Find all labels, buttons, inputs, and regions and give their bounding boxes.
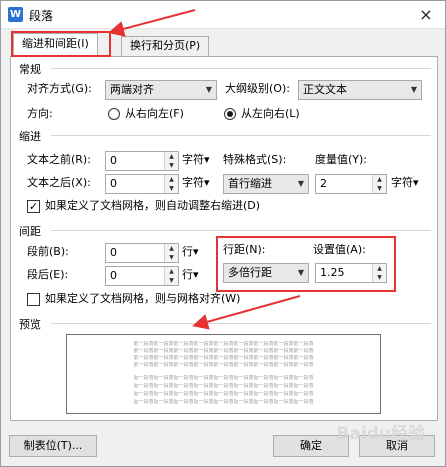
chevron-down-icon[interactable]: ▼ (373, 184, 386, 193)
baidu-watermark: Baidu经验 (336, 424, 425, 444)
indent-before-value: 0 (110, 154, 117, 167)
outline-level-label: 大纲级别(O): (225, 82, 290, 95)
indent-separator (51, 135, 431, 136)
measure-value: 2 (320, 177, 327, 190)
indent-after-spinner[interactable]: 0 ▲ ▼ (105, 174, 179, 194)
measure-label: 度量值(Y): (315, 153, 368, 166)
close-icon[interactable]: × (411, 3, 441, 27)
preview-prev-paragraph-line: 前一段落前一段落前一段落前一段落前一段落前一段落前一段落前一段落前一段落 (133, 341, 314, 347)
space-before-label: 段前(B): (27, 245, 69, 258)
setting-value-spinner[interactable]: 1.25 ▲ ▼ (315, 263, 387, 283)
outline-level-value: 正文文本 (303, 83, 347, 96)
preview-box: 前一段落前一段落前一段落前一段落前一段落前一段落前一段落前一段落前一段落 前一段… (66, 334, 381, 414)
spinner-buttons: ▲ ▼ (372, 264, 386, 282)
snap-to-grid-checkbox[interactable] (27, 293, 40, 306)
ltr-label: 从左向右(L) (241, 107, 300, 120)
preview-prev-paragraph-line: 前一段落前一段落前一段落前一段落前一段落前一段落前一段落前一段落前一段落 (133, 355, 314, 361)
wps-writer-icon: W (8, 7, 23, 22)
chevron-down-icon: ▼ (297, 268, 304, 277)
tab-highlight-box (11, 31, 111, 57)
alignment-label: 对齐方式(G): (27, 82, 92, 95)
setting-value-label: 设置值(A): (313, 243, 366, 256)
chevron-up-icon[interactable]: ▲ (165, 244, 178, 253)
space-after-spinner[interactable]: 0 ▲ ▼ (105, 266, 179, 286)
preview-next-paragraph-line: 后一段落后一段落后一段落后一段落后一段落后一段落后一段落后一段落后一段落 (133, 399, 314, 405)
spinner-buttons: ▲ ▼ (164, 244, 178, 262)
preview-section-title: 预览 (19, 316, 45, 332)
snap-to-grid-label: 如果定义了文档网格，则与网格对齐(W) (45, 292, 241, 305)
ltr-radio[interactable] (224, 108, 236, 120)
chevron-down-icon[interactable]: ▼ (373, 273, 386, 282)
dialog-title: 段落 (29, 9, 54, 23)
space-before-unit-dropdown[interactable]: 行▾ (182, 243, 199, 261)
space-before-spinner[interactable]: 0 ▲ ▼ (105, 243, 179, 263)
spinner-buttons: ▲ ▼ (164, 175, 178, 193)
special-format-select[interactable]: 首行缩进 ▼ (223, 174, 309, 194)
space-after-label: 段后(E): (27, 268, 69, 281)
tab-panel: 常规 对齐方式(G): 两端对齐 ▼ 大纲级别(O): 正文文本 ▼ 方向: 从… (10, 56, 438, 421)
tab-line-page-breaks[interactable]: 换行和分页(P) (121, 36, 210, 56)
chevron-down-icon: ▼ (410, 85, 417, 94)
tabs-button[interactable]: 制表位(T)... (9, 435, 97, 457)
spinner-buttons: ▲ ▼ (164, 152, 178, 170)
special-format-value: 首行缩进 (228, 177, 272, 190)
indent-before-unit-dropdown[interactable]: 字符▾ (182, 151, 210, 169)
preview-separator (51, 323, 431, 324)
chevron-up-icon[interactable]: ▲ (165, 267, 178, 276)
outline-level-select[interactable]: 正文文本 ▼ (298, 80, 422, 100)
space-before-value: 0 (110, 246, 117, 259)
rtl-label: 从右向左(F) (125, 107, 184, 120)
general-separator (51, 68, 431, 69)
chevron-down-icon[interactable]: ▼ (165, 276, 178, 285)
measure-spinner[interactable]: 2 ▲ ▼ (315, 174, 387, 194)
title-bar: W 段落 × (1, 1, 445, 29)
direction-label: 方向: (27, 107, 53, 120)
special-format-label: 特殊格式(S): (223, 153, 287, 166)
setting-value: 1.25 (320, 266, 345, 279)
rtl-radio[interactable] (108, 108, 120, 120)
auto-adjust-right-indent-label: 如果定义了文档网格，则自动调整右缩进(D) (45, 199, 261, 212)
space-after-unit-dropdown[interactable]: 行▾ (182, 266, 199, 284)
chevron-down-icon: ▼ (205, 85, 212, 94)
preview-prev-paragraph-line: 前一段落前一段落前一段落前一段落前一段落前一段落前一段落前一段落前一段落 (133, 348, 314, 354)
line-spacing-value: 多倍行距 (228, 266, 272, 279)
spacing-section-title: 间距 (19, 223, 45, 239)
chevron-up-icon[interactable]: ▲ (373, 175, 386, 184)
spinner-buttons: ▲ ▼ (372, 175, 386, 193)
chevron-down-icon[interactable]: ▼ (165, 253, 178, 262)
alignment-select[interactable]: 两端对齐 ▼ (105, 80, 217, 100)
chevron-up-icon[interactable]: ▲ (165, 175, 178, 184)
indent-after-value: 0 (110, 177, 117, 190)
chevron-down-icon[interactable]: ▼ (165, 161, 178, 170)
measure-unit-dropdown[interactable]: 字符▾ (391, 174, 419, 192)
general-section-title: 常规 (19, 61, 45, 77)
indent-after-label: 文本之后(X): (27, 176, 91, 189)
preview-next-paragraph-line: 后一段落后一段落后一段落后一段落后一段落后一段落后一段落后一段落后一段落 (133, 391, 314, 397)
alignment-value: 两端对齐 (110, 83, 154, 96)
chevron-up-icon[interactable]: ▲ (165, 152, 178, 161)
line-spacing-label: 行距(N): (223, 243, 266, 256)
chevron-down-icon[interactable]: ▼ (165, 184, 178, 193)
preview-next-paragraph-line: 后一段落后一段落后一段落后一段落后一段落后一段落后一段落后一段落后一段落 (133, 375, 314, 381)
indent-after-unit-dropdown[interactable]: 字符▾ (182, 174, 210, 192)
auto-adjust-right-indent-checkbox[interactable]: ✓ (27, 200, 40, 213)
chevron-up-icon[interactable]: ▲ (373, 264, 386, 273)
paragraph-dialog: W 段落 × 缩进和间距(I) 换行和分页(P) 常规 对齐方式(G): 两端对… (0, 0, 446, 467)
spacing-separator (51, 230, 431, 231)
chevron-down-icon: ▼ (297, 179, 304, 188)
indent-section-title: 缩进 (19, 128, 45, 144)
preview-prev-paragraph-line: 前一段落前一段落前一段落前一段落前一段落前一段落前一段落前一段落前一段落 (133, 362, 314, 368)
indent-before-label: 文本之前(R): (27, 153, 91, 166)
indent-before-spinner[interactable]: 0 ▲ ▼ (105, 151, 179, 171)
check-icon: ✓ (28, 200, 39, 213)
space-after-value: 0 (110, 269, 117, 282)
preview-next-paragraph-line: 后一段落后一段落后一段落后一段落后一段落后一段落后一段落后一段落后一段落 (133, 383, 314, 389)
line-spacing-select[interactable]: 多倍行距 ▼ (223, 263, 309, 283)
spinner-buttons: ▲ ▼ (164, 267, 178, 285)
